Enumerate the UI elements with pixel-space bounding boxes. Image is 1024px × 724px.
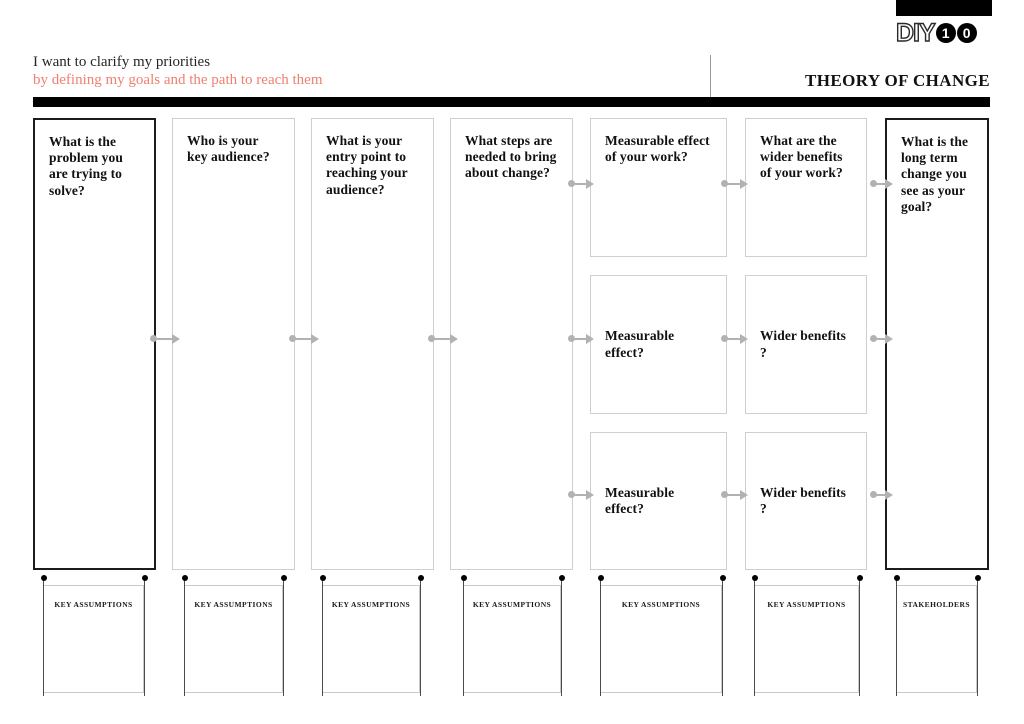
note-pin-left: [751, 575, 758, 696]
note-note-1[interactable]: KEY ASSUMPTIONS: [43, 585, 144, 693]
connector-shaft: [726, 182, 740, 185]
note-note-4[interactable]: KEY ASSUMPTIONS: [463, 585, 561, 693]
note-note-6[interactable]: KEY ASSUMPTIONS: [754, 585, 859, 693]
card-steps[interactable]: What steps are needed to bring about cha…: [450, 118, 573, 570]
pin-head-icon: [558, 575, 565, 581]
connector-dot-icon: [870, 335, 877, 342]
pin-head-icon: [893, 575, 900, 581]
card-label: What is your entry point to reaching you…: [326, 133, 408, 197]
note-pin-left: [460, 575, 467, 696]
pin-head-icon: [460, 575, 467, 581]
pin-head-icon: [974, 575, 981, 581]
note-pin-right: [417, 575, 424, 696]
note-pin-right: [856, 575, 863, 696]
card-long-term[interactable]: What is the long term change you see as …: [885, 118, 989, 570]
note-pin-left: [319, 575, 326, 696]
pin-head-icon: [417, 575, 424, 581]
card-label: What are the wider benefits of your work…: [760, 133, 843, 181]
card-problem[interactable]: What is the problem you are trying to so…: [33, 118, 156, 570]
theory-of-change-board: What is the problem you are trying to so…: [0, 0, 1024, 724]
connector-shaft: [875, 337, 885, 340]
card-audience[interactable]: Who is your key audience?: [172, 118, 295, 570]
note-label: KEY ASSUMPTIONS: [767, 600, 846, 609]
note-note-3[interactable]: KEY ASSUMPTIONS: [322, 585, 420, 693]
note-label: KEY ASSUMPTIONS: [472, 600, 552, 609]
card-benefits-1[interactable]: What are the wider benefits of your work…: [745, 118, 867, 257]
card-label: Measurable effect of your work?: [605, 133, 710, 165]
connector-shaft: [875, 493, 885, 496]
note-pin-left: [893, 575, 900, 696]
note-note-7[interactable]: STAKEHOLDERS: [896, 585, 977, 693]
pin-head-icon: [280, 575, 287, 581]
connector-dot-icon: [870, 491, 877, 498]
pin-head-icon: [856, 575, 863, 581]
note-pin-left: [181, 575, 188, 696]
connector-shaft: [726, 337, 740, 340]
connector-shaft: [294, 337, 311, 340]
card-effect-2[interactable]: Measurable effect?: [590, 275, 727, 414]
note-label: KEY ASSUMPTIONS: [54, 600, 133, 609]
card-effect-3[interactable]: Measurable effect?: [590, 432, 727, 570]
note-pin-right: [280, 575, 287, 696]
card-label: Wider benefits ?: [760, 484, 847, 516]
card-label: Wider benefits ?: [760, 328, 847, 360]
connector-shaft: [573, 337, 586, 340]
note-label: KEY ASSUMPTIONS: [194, 600, 273, 609]
note-pin-right: [558, 575, 565, 696]
note-pin-right: [141, 575, 148, 696]
connector-shaft: [155, 337, 172, 340]
card-label: Who is your key audience?: [187, 133, 270, 165]
card-label: What is the problem you are trying to so…: [49, 134, 123, 198]
card-label: Measurable effect?: [605, 328, 675, 360]
note-label: KEY ASSUMPTIONS: [621, 600, 701, 609]
connector-shaft: [726, 493, 740, 496]
pin-head-icon: [181, 575, 188, 581]
card-entry-point[interactable]: What is your entry point to reaching you…: [311, 118, 434, 570]
connector-shaft: [573, 182, 586, 185]
note-pin-right: [719, 575, 726, 696]
card-label: What steps are needed to bring about cha…: [465, 133, 557, 181]
note-pin-left: [40, 575, 47, 696]
pin-head-icon: [719, 575, 726, 581]
connector-shaft: [875, 182, 885, 185]
card-effect-1[interactable]: Measurable effect of your work?: [590, 118, 727, 257]
note-label: KEY ASSUMPTIONS: [331, 600, 411, 609]
connector-shaft: [433, 337, 450, 340]
card-label: What is the long term change you see as …: [901, 134, 969, 214]
card-label: Measurable effect?: [605, 484, 675, 516]
pin-head-icon: [319, 575, 326, 581]
pin-head-icon: [40, 575, 47, 581]
pin-head-icon: [751, 575, 758, 581]
note-note-5[interactable]: KEY ASSUMPTIONS: [600, 585, 722, 693]
note-note-2[interactable]: KEY ASSUMPTIONS: [184, 585, 283, 693]
card-benefits-2[interactable]: Wider benefits ?: [745, 275, 867, 414]
note-pin-left: [597, 575, 604, 696]
card-benefits-3[interactable]: Wider benefits ?: [745, 432, 867, 570]
connector-shaft: [573, 493, 586, 496]
connector-dot-icon: [870, 180, 877, 187]
pin-head-icon: [141, 575, 148, 581]
pin-head-icon: [597, 575, 604, 581]
note-pin-right: [974, 575, 981, 696]
note-label: STAKEHOLDERS: [903, 600, 970, 609]
